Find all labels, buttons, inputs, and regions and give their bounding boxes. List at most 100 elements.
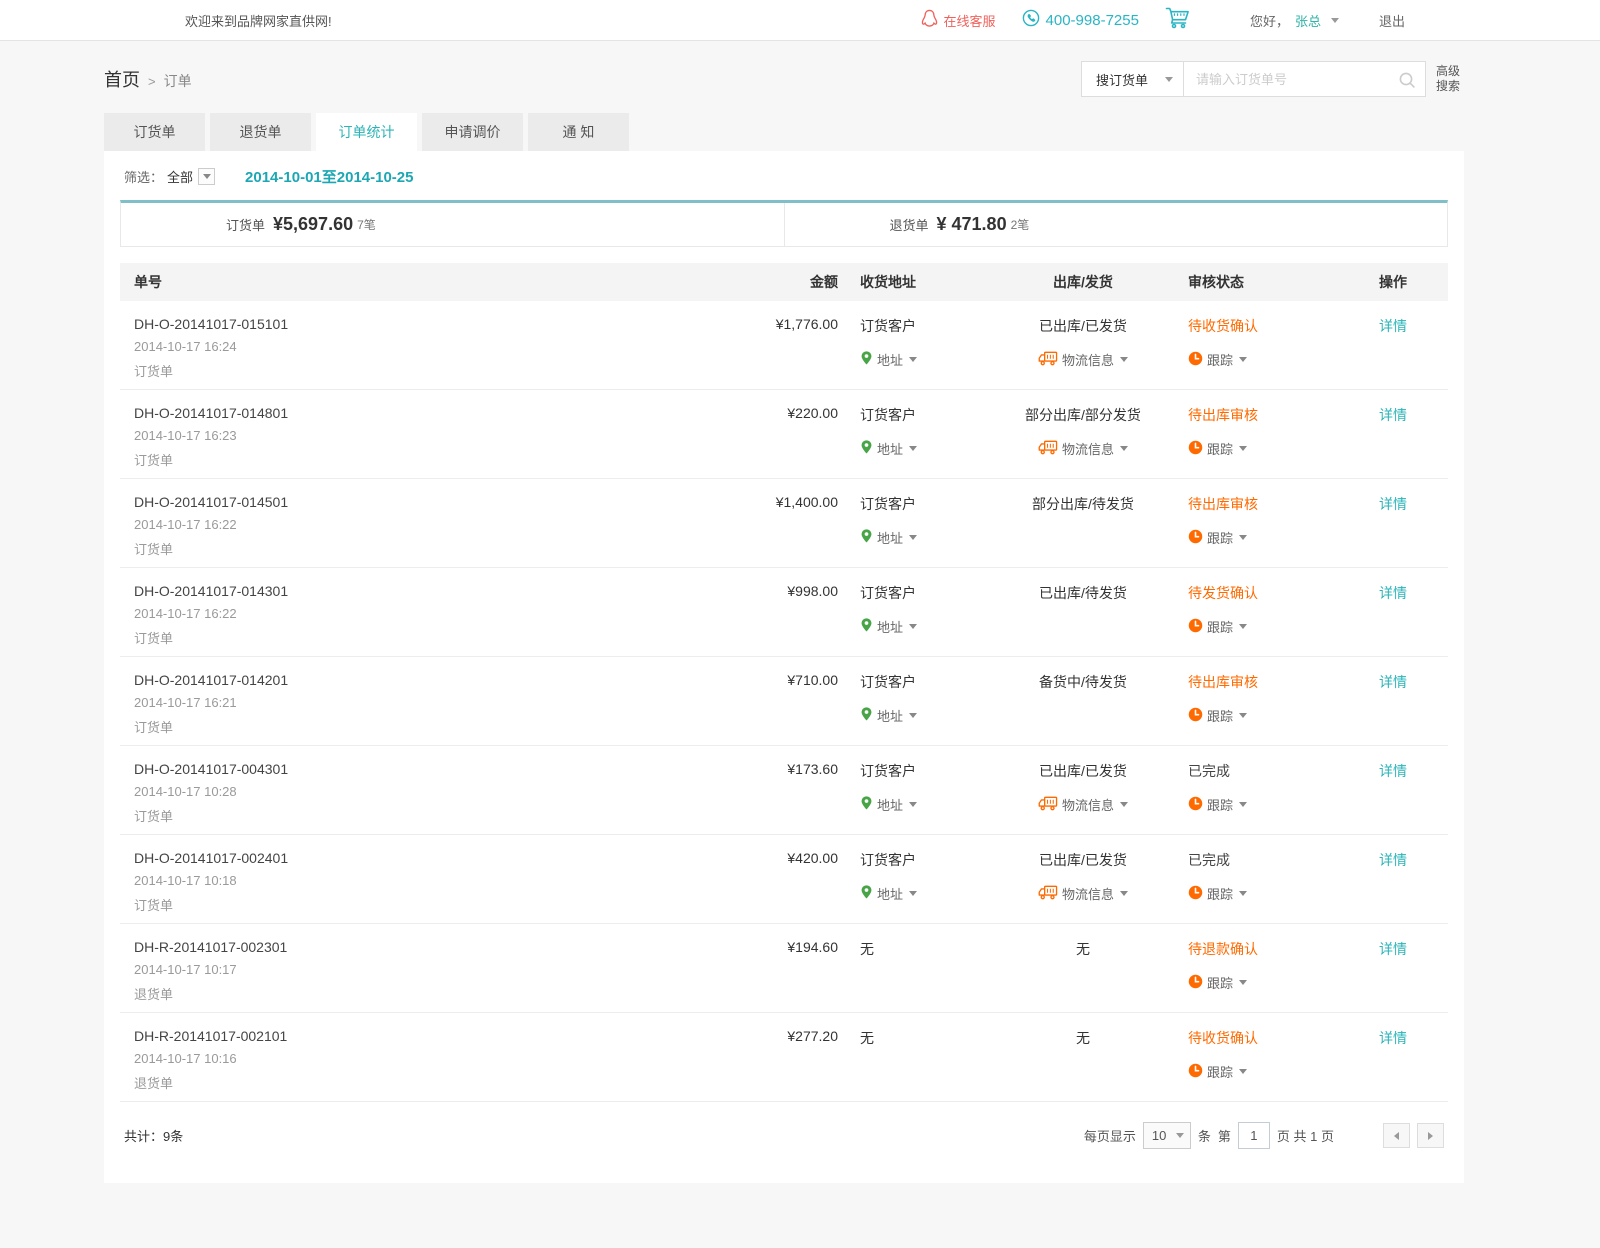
logout-link[interactable]: 退出 [1379, 11, 1405, 30]
track-link[interactable]: 跟踪 [1188, 617, 1247, 636]
table-row: DH-O-20141017-015101 2014-10-17 16:24 订货… [120, 301, 1448, 390]
track-link[interactable]: 跟踪 [1188, 528, 1247, 547]
order-amount: ¥194.60 [787, 939, 838, 955]
detail-link[interactable]: 详情 [1379, 1030, 1407, 1046]
track-link[interactable]: 跟踪 [1188, 1062, 1247, 1081]
search-input[interactable] [1184, 62, 1425, 96]
clock-icon [1188, 440, 1203, 458]
logistics-link[interactable]: 物流信息 [1038, 884, 1128, 903]
search-category-select[interactable]: 搜订货单 [1082, 62, 1184, 96]
prev-page-button[interactable] [1383, 1123, 1410, 1148]
address-link[interactable]: 地址 [860, 617, 917, 636]
track-link[interactable]: 跟踪 [1188, 439, 1247, 458]
track-link-label: 跟踪 [1207, 795, 1233, 814]
order-number[interactable]: DH-O-20141017-004301 [134, 761, 718, 777]
detail-link[interactable]: 详情 [1379, 941, 1407, 957]
truck-icon [1038, 440, 1058, 458]
page-buttons [1383, 1123, 1444, 1148]
address-link[interactable]: 地址 [860, 884, 917, 903]
next-page-button[interactable] [1417, 1123, 1444, 1148]
tab-4[interactable]: 通 知 [528, 113, 629, 151]
audit-status: 待出库审核 [1188, 672, 1338, 692]
chevron-down-icon [1239, 713, 1247, 718]
address-link[interactable]: 地址 [860, 439, 917, 458]
action-cell: 详情 [1338, 494, 1448, 514]
track-link-label: 跟踪 [1207, 884, 1233, 903]
track-link[interactable]: 跟踪 [1188, 795, 1247, 814]
clock-icon [1188, 351, 1203, 369]
detail-link[interactable]: 详情 [1379, 407, 1407, 423]
detail-link[interactable]: 详情 [1379, 585, 1407, 601]
breadcrumb: 首页 > 订单 [104, 66, 192, 92]
detail-link[interactable]: 详情 [1379, 674, 1407, 690]
chevron-down-icon [1331, 18, 1339, 23]
summary-orders-label: 订货单 [226, 215, 265, 234]
order-number[interactable]: DH-R-20141017-002301 [134, 939, 718, 955]
order-type: 订货单 [134, 539, 718, 558]
tab-1[interactable]: 退货单 [210, 113, 311, 151]
online-service-link[interactable]: 在线客服 [921, 9, 996, 31]
user-menu[interactable]: 您好， 张总 [1250, 11, 1339, 30]
track-link[interactable]: 跟踪 [1188, 350, 1247, 369]
logistics-link[interactable]: 物流信息 [1038, 795, 1128, 814]
per-page-select[interactable]: 10 [1143, 1122, 1191, 1149]
column-header: 收货地址 [838, 272, 988, 292]
order-type: 订货单 [134, 361, 718, 380]
shipping-status: 无 [988, 939, 1178, 959]
track-link[interactable]: 跟踪 [1188, 884, 1247, 903]
address-link[interactable]: 地址 [860, 795, 917, 814]
clock-icon [1188, 529, 1203, 547]
chevron-down-icon [1176, 1133, 1184, 1138]
logistics-link[interactable]: 物流信息 [1038, 439, 1128, 458]
detail-link[interactable]: 详情 [1379, 496, 1407, 512]
order-cell: DH-O-20141017-015101 2014-10-17 16:24 订货… [120, 316, 718, 380]
tabs: 订货单退货单订单统计申请调价通 知 [104, 113, 1464, 151]
tab-2[interactable]: 订单统计 [316, 113, 417, 151]
detail-link[interactable]: 详情 [1379, 763, 1407, 779]
order-number[interactable]: DH-O-20141017-002401 [134, 850, 718, 866]
address-link[interactable]: 地址 [860, 350, 917, 369]
order-number[interactable]: DH-O-20141017-015101 [134, 316, 718, 332]
tab-3[interactable]: 申请调价 [422, 113, 523, 151]
tab-0[interactable]: 订货单 [104, 113, 205, 151]
order-number[interactable]: DH-R-20141017-002101 [134, 1028, 718, 1044]
audit-status: 待出库审核 [1188, 405, 1338, 425]
page-input[interactable] [1238, 1122, 1270, 1149]
topbar: 欢迎来到品牌网家直供网! 在线客服 400-998-7255 您好， 张总 退出 [0, 0, 1600, 41]
order-number[interactable]: DH-O-20141017-014301 [134, 583, 718, 599]
track-link-label: 跟踪 [1207, 1062, 1233, 1081]
filter-dropdown-button[interactable] [198, 168, 215, 185]
logistics-link[interactable]: 物流信息 [1038, 350, 1128, 369]
advanced-search-link[interactable]: 高级 搜索 [1436, 64, 1464, 94]
search-icon[interactable] [1398, 71, 1416, 94]
order-cell: DH-O-20141017-014301 2014-10-17 16:22 订货… [120, 583, 718, 647]
address-label: 订货客户 [860, 405, 988, 425]
detail-link[interactable]: 详情 [1379, 318, 1407, 334]
address-link[interactable]: 地址 [860, 528, 917, 547]
truck-icon [1038, 796, 1058, 814]
detail-link[interactable]: 详情 [1379, 852, 1407, 868]
clock-icon [1188, 618, 1203, 636]
logistics-link-label: 物流信息 [1062, 350, 1114, 369]
order-number[interactable]: DH-O-20141017-014501 [134, 494, 718, 510]
track-link[interactable]: 跟踪 [1188, 706, 1247, 725]
order-datetime: 2014-10-17 10:17 [134, 962, 718, 977]
cart-button[interactable] [1165, 6, 1192, 34]
breadcrumb-home[interactable]: 首页 [104, 66, 140, 92]
order-number[interactable]: DH-O-20141017-014801 [134, 405, 718, 421]
address-cell: 无 地址 [838, 1028, 988, 1048]
filter-value[interactable]: 全部 [167, 167, 193, 186]
order-number[interactable]: DH-O-20141017-014201 [134, 672, 718, 688]
table-row: DH-O-20141017-004301 2014-10-17 10:28 订货… [120, 746, 1448, 835]
address-link-label: 地址 [877, 350, 903, 369]
date-range[interactable]: 2014-10-01至2014-10-25 [245, 166, 413, 187]
track-link[interactable]: 跟踪 [1188, 973, 1247, 992]
per-page-label: 每页显示 [1084, 1126, 1136, 1145]
table-body: DH-O-20141017-015101 2014-10-17 16:24 订货… [120, 301, 1448, 1102]
address-link[interactable]: 地址 [860, 706, 917, 725]
service-phone: 400-998-7255 [1022, 9, 1139, 31]
pagination: 每页显示 10 条 第 页 共 1 页 [1084, 1122, 1444, 1149]
table-footer: 共计：9条 每页显示 10 条 第 页 共 1 页 [120, 1102, 1448, 1159]
order-amount: ¥220.00 [787, 405, 838, 421]
track-link-label: 跟踪 [1207, 973, 1233, 992]
